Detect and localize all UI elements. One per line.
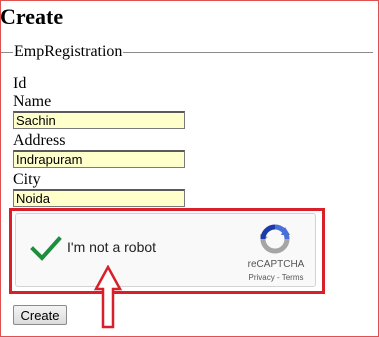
page-title: Create	[0, 4, 64, 29]
name-input[interactable]	[13, 111, 185, 129]
create-button[interactable]: Create	[13, 305, 67, 325]
up-arrow-icon	[94, 265, 122, 329]
recaptcha-highlight-box	[9, 208, 325, 294]
id-label: Id	[13, 75, 27, 92]
fieldset-legend: EmpRegistration	[13, 43, 124, 61]
address-input[interactable]	[13, 150, 185, 168]
address-label: Address	[13, 132, 66, 149]
city-input[interactable]	[13, 189, 185, 207]
city-label: City	[13, 171, 41, 188]
name-label: Name	[13, 93, 52, 110]
